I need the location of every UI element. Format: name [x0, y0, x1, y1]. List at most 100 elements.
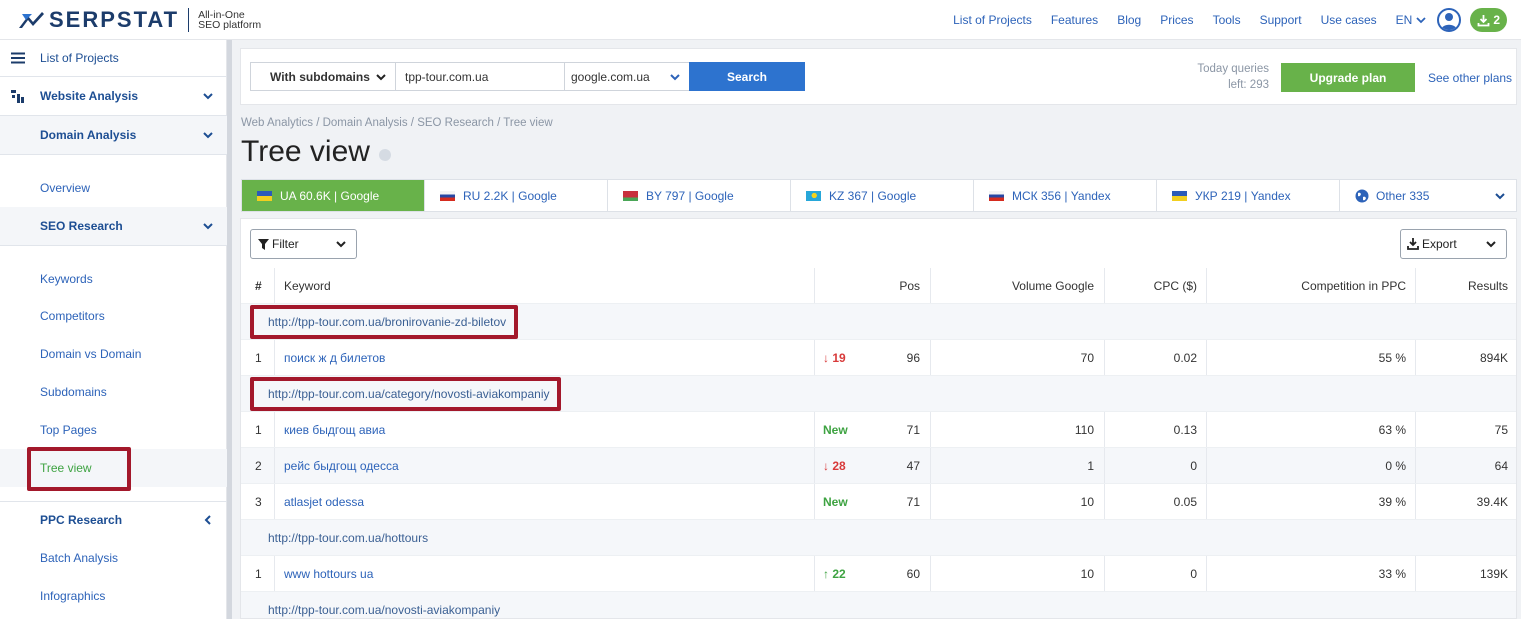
table-header-row: # Keyword Pos Volume Google CPC ($) Comp…	[241, 268, 1516, 304]
cell-vol: 10	[1080, 566, 1094, 581]
upgrade-plan-button[interactable]: Upgrade plan	[1281, 63, 1415, 92]
keyword-link[interactable]: www hottours ua	[284, 556, 804, 591]
cell-comp: 0 %	[1385, 458, 1406, 473]
search-engine-select[interactable]: google.com.ua	[564, 62, 690, 91]
download-icon	[1477, 14, 1490, 26]
cell-res: 139K	[1479, 566, 1508, 581]
table-row: 3 atlasjet odessa New 71 10 0.05 39 % 39.4K	[241, 484, 1516, 520]
info-icon[interactable]	[378, 149, 391, 161]
cell-comp: 63 %	[1378, 422, 1406, 437]
breadcrumb: Web Analytics / Domain Analysis / SEO Re…	[241, 117, 553, 129]
domain-input[interactable]: tpp-tour.com.ua	[395, 62, 565, 91]
column-header[interactable]: Keyword	[284, 268, 331, 303]
keyword-link[interactable]: поиск ж д билетов	[284, 340, 804, 375]
sidebar-item-domain-analysis[interactable]: Domain Analysis	[0, 116, 227, 154]
tab-label: RU 2.2K | Google	[463, 188, 557, 203]
logo-wordmark: SERPSTAT	[49, 7, 180, 32]
column-header[interactable]: Results	[1415, 268, 1508, 303]
sidebar-item-top-pages[interactable]: Top Pages	[0, 411, 227, 449]
filter-label: Filter	[272, 237, 299, 251]
keyword-link[interactable]: киев быдгощ авиа	[284, 412, 804, 447]
highlight-box	[250, 377, 561, 411]
export-label: Export	[1422, 237, 1457, 251]
table-row: 1 поиск ж д билетов ↓ 19 96 70 0.02 55 % 894K	[241, 340, 1516, 376]
sidebar-item-ppc-research[interactable]: PPC Research	[0, 501, 227, 539]
see-other-plans-link[interactable]: See other plans	[1428, 71, 1512, 85]
table-row: 1 киев быдгощ авиа New 71 110 0.13 63 % 75	[241, 412, 1516, 448]
cell-vol: 110	[1074, 422, 1094, 437]
column-header[interactable]: Pos	[814, 268, 920, 303]
cell-n: 3	[255, 494, 262, 509]
sidebar-item-infographics[interactable]: Infographics	[0, 577, 227, 615]
sidebar-item-label: Top Pages	[40, 423, 97, 437]
flag-by-icon	[623, 190, 638, 201]
nav-blog[interactable]: Blog	[1117, 13, 1141, 27]
sidebar-item-list-of-projects[interactable]: List of Projects	[0, 40, 227, 76]
tab-msk-yandex[interactable]: МСК 356 | Yandex	[974, 180, 1157, 211]
tab-ukr-yandex[interactable]: УКР 219 | Yandex	[1157, 180, 1340, 211]
queries-left-info: Today queries left: 293	[1181, 61, 1269, 93]
column-header: #	[255, 278, 262, 293]
cell-pos: 60	[906, 566, 920, 581]
tab-ru-google[interactable]: RU 2.2K | Google	[425, 180, 608, 211]
cell-n: 2	[255, 458, 262, 473]
nav-features[interactable]: Features	[1051, 13, 1098, 27]
url-group-row: http://tpp-tour.com.ua/hottours	[241, 520, 1516, 556]
chevron-down-icon	[336, 241, 346, 248]
results-panel: Filter Export # Keyword Pos Volume Googl…	[240, 218, 1517, 619]
sidebar-item-batch-analysis[interactable]: Batch Analysis	[0, 539, 227, 577]
downloads-badge[interactable]: 2	[1470, 8, 1507, 32]
cell-pos: 71	[906, 422, 920, 437]
language-selector[interactable]: EN	[1396, 13, 1428, 27]
nav-tools[interactable]: Tools	[1213, 13, 1241, 27]
tab-label: Other 335	[1376, 188, 1430, 203]
subdomains-select-value: With subdomains	[270, 69, 370, 84]
chevron-left-icon	[204, 515, 211, 525]
tab-ua-google[interactable]: UA 60.6K | Google	[242, 180, 425, 211]
highlight-box	[250, 305, 518, 339]
page-url-link[interactable]: http://tpp-tour.com.ua/novosti-aviakompa…	[268, 603, 500, 617]
sidebar-item-domain-vs-domain[interactable]: Domain vs Domain	[0, 335, 227, 373]
nav-list-of-projects[interactable]: List of Projects	[953, 13, 1032, 27]
nav-prices[interactable]: Prices	[1160, 13, 1193, 27]
serpstat-logo[interactable]: SERPSTAT All-in-One SEO platform	[18, 7, 261, 33]
search-button[interactable]: Search	[689, 62, 805, 91]
column-header[interactable]: Volume Google	[930, 268, 1094, 303]
sidebar-item-label: Domain vs Domain	[40, 347, 142, 361]
url-group-row: http://tpp-tour.com.ua/novosti-aviakompa…	[241, 592, 1516, 618]
page-url-link[interactable]: http://tpp-tour.com.ua/hottours	[268, 531, 428, 545]
keyword-link[interactable]: atlasjet odessa	[284, 484, 804, 519]
tab-other[interactable]: Other 335	[1340, 180, 1516, 211]
queries-count: left: 293	[1228, 79, 1269, 91]
sidebar-item-subdomains[interactable]: Subdomains	[0, 373, 227, 411]
flag-ru-icon	[989, 190, 1004, 201]
export-button[interactable]: Export	[1400, 229, 1507, 259]
sidebar-item-label: Infographics	[40, 589, 106, 603]
cell-comp: 39 %	[1378, 494, 1406, 509]
sidebar-item-overview[interactable]: Overview	[0, 169, 227, 207]
filter-button[interactable]: Filter	[250, 229, 357, 259]
column-header[interactable]: CPC ($)	[1104, 268, 1197, 303]
nav-use-cases[interactable]: Use cases	[1321, 13, 1377, 27]
cell-pos: 96	[906, 350, 920, 365]
cell-cpc: 0	[1190, 458, 1197, 473]
cell-vol: 70	[1080, 350, 1094, 365]
sidebar-item-label: Batch Analysis	[40, 551, 119, 565]
flag-ua-icon	[1172, 190, 1187, 201]
subdomains-select[interactable]: With subdomains	[250, 62, 396, 91]
sidebar-item-keywords[interactable]: Keywords	[0, 260, 227, 298]
download-icon	[1407, 238, 1419, 250]
sidebar-item-website-analysis[interactable]: Website Analysis	[0, 77, 227, 115]
column-header[interactable]: Competition in PPC	[1206, 268, 1406, 303]
tab-by-google[interactable]: BY 797 | Google	[608, 180, 791, 211]
sidebar-item-seo-research[interactable]: SEO Research	[0, 207, 227, 245]
sidebar-divider	[0, 154, 227, 155]
sidebar-item-competitors[interactable]: Competitors	[0, 298, 227, 334]
cell-vol: 1	[1087, 458, 1094, 473]
nav-support[interactable]: Support	[1260, 13, 1302, 27]
keyword-link[interactable]: рейс быдгощ одесса	[284, 448, 804, 483]
tab-kz-google[interactable]: KZ 367 | Google	[791, 180, 974, 211]
flag-kz-icon	[806, 190, 821, 201]
main-content: With subdomains tpp-tour.com.ua google.c…	[232, 40, 1521, 619]
user-avatar-icon[interactable]	[1437, 8, 1462, 32]
